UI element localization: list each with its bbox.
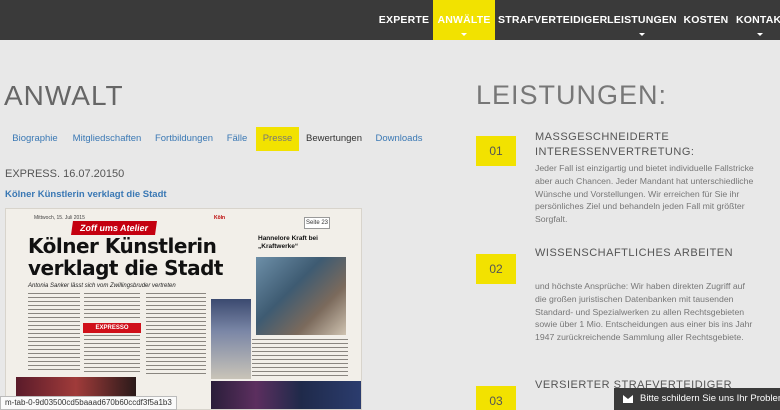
service-description: und höchste Ansprüche: Wir haben direkte… [535, 281, 753, 343]
chevron-down-icon [757, 33, 763, 36]
newspaper-clipping-image[interactable]: Mittwoch, 15. Juli 2015 Köln Seite 23 Zo… [5, 208, 362, 410]
clipping-text-column [28, 293, 80, 373]
services-title: LEISTUNGEN: [476, 80, 668, 110]
tab-biographie[interactable]: Biographie [4, 127, 66, 151]
clipping-text-column [84, 335, 140, 375]
service-description: Jeder Fall ist einzigartig und bietet in… [535, 163, 754, 225]
article-link[interactable]: Kölner Künstlerin verklagt die Stadt [5, 189, 167, 200]
clipping-photo [211, 299, 251, 379]
chevron-down-icon [639, 33, 645, 36]
nav-label: KONTAKT [736, 14, 780, 26]
nav-label: LEISTUNGEN [607, 14, 677, 26]
service-title: WISSENSCHAFTLICHES ARBEITEN [535, 247, 734, 259]
nav-item-experte[interactable]: EXPERTE [376, 0, 432, 40]
clipping-banner: Zoff ums Atelier [71, 221, 158, 235]
clipping-section: Köln [214, 215, 226, 221]
tab-downloads[interactable]: Downloads [374, 127, 424, 151]
chat-widget-button[interactable]: Bitte schildern Sie uns Ihr Problem! [614, 388, 780, 410]
clipping-expresso-badge: EXPRESSO [83, 323, 141, 333]
clipping-caption-lines [252, 339, 348, 379]
chevron-down-icon [461, 33, 467, 36]
nav-label: STRAFVERTEIDIGER [498, 14, 608, 26]
mail-icon [623, 395, 633, 403]
chat-label: Bitte schildern Sie uns Ihr Problem! [640, 393, 780, 404]
clipping-headline: Kölner Künstlerin verklagt die Stadt [28, 234, 224, 280]
clipping-photo [256, 257, 346, 335]
service-number: 02 [476, 254, 516, 284]
press-source-date: EXPRESS. 16.07.20150 [5, 168, 125, 180]
nav-item-leistungen[interactable]: LEISTUNGEN [604, 0, 680, 40]
status-url: m-tab-0-9d03500cd5baaad670b60ccdf3f5a1b3 [0, 396, 177, 410]
top-navigation: EXPERTE ANWÄLTE STRAFVERTEIDIGER LEISTUN… [0, 0, 780, 40]
service-title: MASSGESCHNEIDERTE INTERESSENVERTRETUNG: [535, 131, 695, 158]
service-item-2: 02 WISSENSCHAFTLICHES ARBEITEN und höchs… [476, 246, 776, 376]
tab-presse[interactable]: Presse [256, 127, 299, 151]
clipping-photo [211, 381, 361, 409]
clipping-side-headline: Hannelore Kraft bei „Kraftwerke“ [258, 235, 318, 250]
nav-label: ANWÄLTE [437, 14, 491, 26]
service-number: 03 [476, 386, 516, 410]
page-title: ANWALT [4, 80, 124, 111]
nav-item-kontakt[interactable]: KONTAKT [736, 0, 780, 40]
nav-label: KOSTEN [683, 14, 729, 26]
nav-item-kosten[interactable]: KOSTEN [680, 0, 732, 40]
service-number: 01 [476, 136, 516, 166]
clipping-subline: Antonia Sanker lässt sich vom Zwillingsb… [28, 283, 176, 289]
nav-label: EXPERTE [378, 14, 430, 26]
service-item-1: 01 MASSGESCHNEIDERTE INTERESSENVERTRETUN… [476, 130, 776, 240]
tab-bewertungen[interactable]: Bewertungen [306, 127, 362, 151]
tab-faelle[interactable]: Fälle [224, 127, 250, 151]
tab-mitgliedschaften[interactable]: Mitgliedschaften [70, 127, 144, 151]
clipping-text-column [146, 293, 206, 377]
nav-item-anwaelte[interactable]: ANWÄLTE [433, 0, 495, 40]
clipping-page-number: Seite 23 [304, 217, 330, 229]
tab-fortbildungen[interactable]: Fortbildungen [152, 127, 216, 151]
clipping-text-column [84, 293, 140, 321]
nav-item-strafverteidiger[interactable]: STRAFVERTEIDIGER [498, 0, 607, 40]
